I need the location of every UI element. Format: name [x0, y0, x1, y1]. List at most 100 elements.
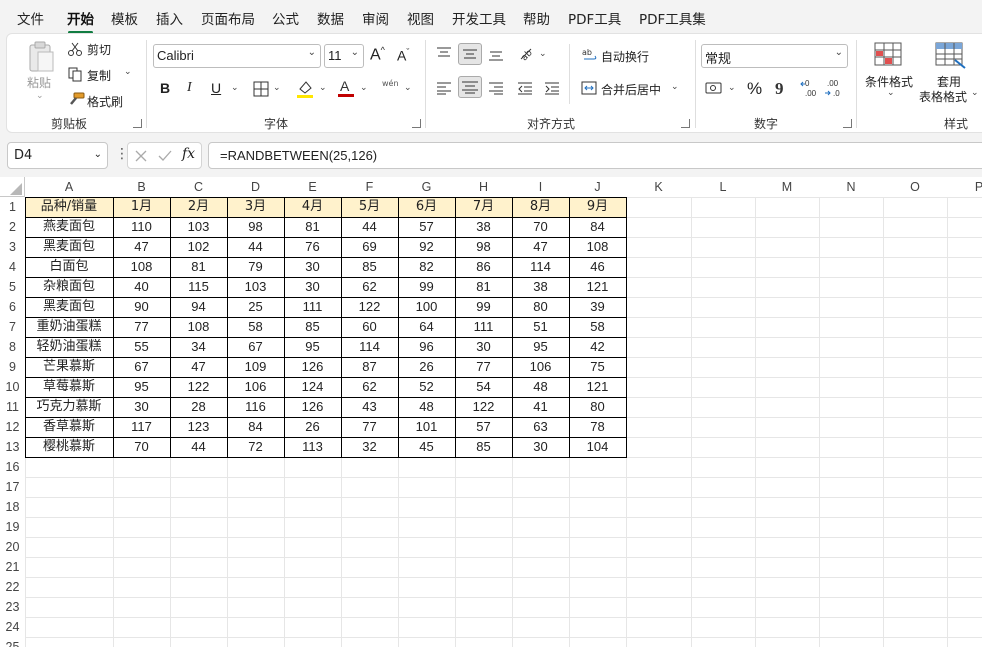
table-cell[interactable]: 81 [455, 277, 512, 297]
table-cell[interactable]: 114 [341, 337, 398, 357]
table-cell[interactable]: 30 [455, 337, 512, 357]
font-color-icon[interactable]: A [337, 78, 355, 98]
tab-formulas[interactable]: 公式 [272, 8, 299, 28]
align-center-button[interactable] [458, 76, 482, 98]
format-as-table-line2[interactable]: 表格格式 [919, 88, 967, 105]
copy-dropdown-icon[interactable]: ⌄ [124, 67, 132, 77]
column-header[interactable]: F [341, 177, 398, 197]
table-cell[interactable]: 重奶油蛋糕 [25, 317, 113, 337]
row-header[interactable]: 9 [0, 357, 25, 377]
underline-button[interactable]: U [211, 80, 221, 96]
table-cell[interactable]: 111 [284, 297, 341, 317]
format-painter-button[interactable]: 格式刷 [87, 93, 123, 110]
row-header[interactable]: 3 [0, 237, 25, 257]
table-cell[interactable]: 燕麦面包 [25, 217, 113, 237]
table-cell[interactable]: 芒果慕斯 [25, 357, 113, 377]
table-cell[interactable]: 47 [512, 237, 569, 257]
table-cell[interactable]: 25 [227, 297, 284, 317]
merge-center-button[interactable]: 合并后居中 [601, 81, 661, 98]
column-header[interactable]: L [691, 177, 755, 197]
table-cell[interactable]: 38 [512, 277, 569, 297]
row-header[interactable]: 24 [0, 617, 25, 637]
table-cell[interactable]: 72 [227, 437, 284, 457]
table-cell[interactable]: 63 [512, 417, 569, 437]
table-cell[interactable]: 126 [284, 397, 341, 417]
table-cell[interactable]: 126 [284, 357, 341, 377]
table-cell[interactable]: 122 [455, 397, 512, 417]
merge-dropdown-icon[interactable]: ⌄ [671, 82, 679, 92]
column-header[interactable]: D [227, 177, 284, 197]
align-bottom-icon[interactable] [488, 48, 504, 62]
table-cell[interactable]: 30 [512, 437, 569, 457]
table-cell[interactable]: 116 [227, 397, 284, 417]
tab-templates[interactable]: 模板 [111, 8, 138, 28]
row-header[interactable]: 6 [0, 297, 25, 317]
tab-help[interactable]: 帮助 [523, 8, 550, 28]
tab-pdf-tools[interactable]: PDF工具 [568, 8, 621, 28]
table-cell[interactable]: 30 [284, 257, 341, 277]
row-header[interactable]: 8 [0, 337, 25, 357]
row-header[interactable]: 13 [0, 437, 25, 457]
table-cell[interactable]: 84 [569, 217, 626, 237]
table-header-cell[interactable]: 7月 [455, 197, 512, 217]
table-cell[interactable]: 79 [227, 257, 284, 277]
fill-color-icon[interactable] [296, 79, 314, 99]
column-header[interactable]: P [947, 177, 982, 197]
align-right-icon[interactable] [488, 81, 504, 95]
table-cell[interactable]: 101 [398, 417, 455, 437]
row-header[interactable]: 4 [0, 257, 25, 277]
table-cell[interactable]: 121 [569, 377, 626, 397]
phonetic-dropdown-icon[interactable]: ⌄ [404, 83, 412, 93]
table-cell[interactable]: 55 [113, 337, 170, 357]
table-cell[interactable]: 47 [170, 357, 227, 377]
table-cell[interactable]: 92 [398, 237, 455, 257]
table-cell[interactable]: 85 [455, 437, 512, 457]
column-header[interactable]: C [170, 177, 227, 197]
table-cell[interactable]: 40 [113, 277, 170, 297]
table-cell[interactable]: 99 [398, 277, 455, 297]
table-cell[interactable]: 62 [341, 377, 398, 397]
tab-developer[interactable]: 开发工具 [452, 8, 506, 28]
decrease-decimal-icon[interactable]: .00.0 [824, 78, 844, 98]
table-cell[interactable]: 90 [113, 297, 170, 317]
formula-input[interactable]: =RANDBETWEEN(25,126) [208, 142, 982, 169]
accounting-format-icon[interactable] [705, 80, 723, 96]
table-cell[interactable]: 樱桃慕斯 [25, 437, 113, 457]
clipboard-launcher-icon[interactable] [133, 119, 142, 128]
row-header[interactable]: 7 [0, 317, 25, 337]
name-box[interactable]: D4 ⌄ [7, 142, 108, 169]
table-cell[interactable]: 67 [113, 357, 170, 377]
table-cell[interactable]: 52 [398, 377, 455, 397]
tab-insert[interactable]: 插入 [156, 8, 183, 28]
table-cell[interactable]: 草莓慕斯 [25, 377, 113, 397]
table-header-cell[interactable]: 2月 [170, 197, 227, 217]
worksheet-grid[interactable]: A B C D E F G H I J K L M N O P 1 2 3 4 5 6 7 8 9 10 11 12 13 16 17 18 1… [0, 177, 982, 647]
alignment-launcher-icon[interactable] [681, 119, 690, 128]
format-table-dropdown-icon[interactable]: ⌄ [971, 88, 979, 98]
table-cell[interactable]: 115 [170, 277, 227, 297]
row-header[interactable]: 5 [0, 277, 25, 297]
row-header[interactable]: 25 [0, 637, 25, 647]
table-cell[interactable]: 44 [341, 217, 398, 237]
table-cell[interactable]: 26 [398, 357, 455, 377]
italic-button[interactable]: I [187, 80, 192, 96]
tab-page-layout[interactable]: 页面布局 [201, 8, 255, 28]
number-format-select[interactable]: 常规 ⌄ [701, 44, 848, 68]
row-header[interactable]: 1 [0, 197, 25, 217]
table-cell[interactable]: 123 [170, 417, 227, 437]
orientation-icon[interactable]: ab [518, 46, 536, 62]
number-launcher-icon[interactable] [843, 119, 852, 128]
table-cell[interactable]: 77 [113, 317, 170, 337]
table-cell[interactable]: 117 [113, 417, 170, 437]
column-header[interactable]: I [512, 177, 569, 197]
table-cell[interactable]: 85 [341, 257, 398, 277]
table-cell[interactable]: 38 [455, 217, 512, 237]
table-cell[interactable]: 122 [341, 297, 398, 317]
column-header[interactable]: H [455, 177, 512, 197]
table-cell[interactable]: 103 [227, 277, 284, 297]
column-header[interactable]: G [398, 177, 455, 197]
table-cell[interactable]: 60 [341, 317, 398, 337]
tab-file[interactable]: 文件 [17, 8, 44, 28]
bold-button[interactable]: B [160, 80, 170, 96]
table-header-cell[interactable]: 品种/销量 [25, 197, 113, 217]
